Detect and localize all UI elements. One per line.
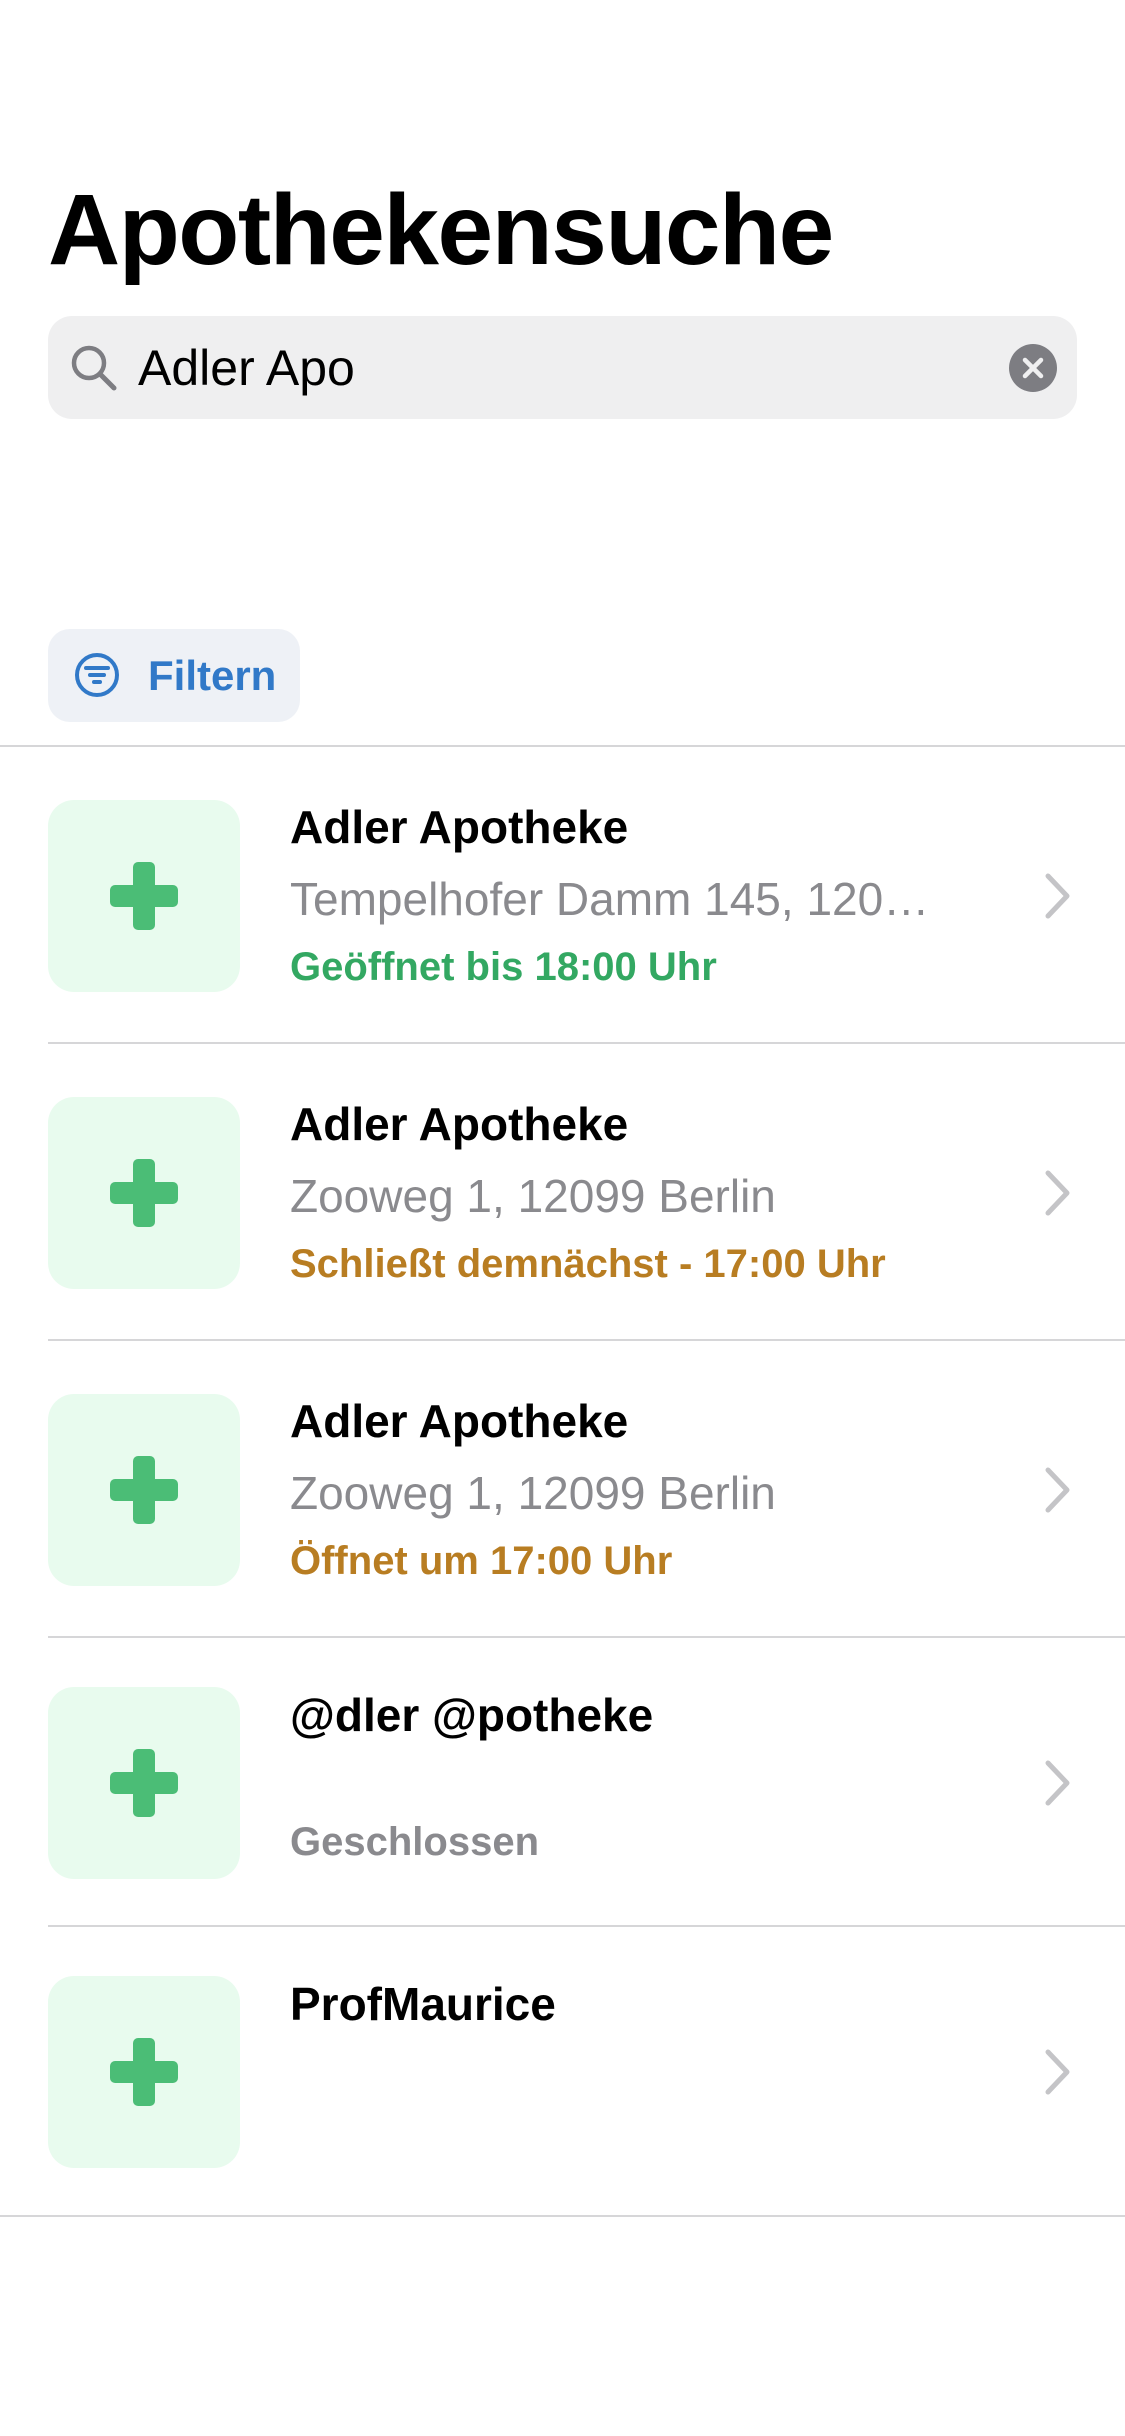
- clear-icon[interactable]: [1009, 344, 1057, 392]
- chevron-right-icon: [1045, 1760, 1070, 1806]
- pharmacy-name: ProfMaurice: [290, 1978, 556, 2030]
- pharmacy-row[interactable]: Adler Apotheke Zooweg 1, 12099 Berlin Öf…: [0, 1341, 1125, 1638]
- pharmacy-cross-icon: [110, 862, 178, 930]
- pharmacy-address: Zooweg 1, 12099 Berlin: [290, 1467, 776, 1519]
- pharmacy-address: Zooweg 1, 12099 Berlin: [290, 1170, 776, 1222]
- row-divider: [0, 2215, 1125, 2217]
- filter-icon: [75, 653, 119, 697]
- pharmacy-row[interactable]: ProfMaurice: [0, 1927, 1125, 2217]
- pharmacy-name: Adler Apotheke: [290, 1395, 629, 1447]
- pharmacy-thumbnail: [48, 1097, 240, 1289]
- pharmacy-name: Adler Apotheke: [290, 1098, 629, 1150]
- pharmacy-thumbnail: [48, 800, 240, 992]
- search-input[interactable]: [138, 316, 1018, 419]
- pharmacy-cross-icon: [110, 1456, 178, 1524]
- chevron-right-icon: [1045, 1467, 1070, 1513]
- filter-label: Filtern: [148, 652, 277, 699]
- pharmacy-list: Adler Apotheke Tempelhofer Damm 145, 120…: [0, 747, 1125, 2217]
- pharmacy-row[interactable]: Adler Apotheke Zooweg 1, 12099 Berlin Sc…: [0, 1044, 1125, 1341]
- chevron-right-icon: [1045, 2049, 1070, 2095]
- chevron-right-icon: [1045, 873, 1070, 919]
- pharmacy-status: Öffnet um 17:00 Uhr: [290, 1539, 673, 1583]
- pharmacy-cross-icon: [110, 1159, 178, 1227]
- chevron-right-icon: [1045, 1170, 1070, 1216]
- pharmacy-thumbnail: [48, 1687, 240, 1879]
- pharmacy-row[interactable]: Adler Apotheke Tempelhofer Damm 145, 120…: [0, 747, 1125, 1044]
- pharmacy-thumbnail: [48, 1976, 240, 2168]
- pharmacy-status: Geöffnet bis 18:00 Uhr: [290, 945, 717, 989]
- pharmacy-cross-icon: [110, 2038, 178, 2106]
- pharmacy-address: Tempelhofer Damm 145, 12099 Berlin: [290, 873, 930, 925]
- pharmacy-status: Geschlossen: [290, 1820, 540, 1864]
- search-icon: [71, 345, 117, 391]
- pharmacy-row[interactable]: @dler @potheke Geschlossen: [0, 1638, 1125, 1927]
- pharmacy-name: @dler @potheke: [290, 1689, 654, 1741]
- search-bar[interactable]: [48, 316, 1077, 419]
- filter-button[interactable]: Filtern: [48, 629, 300, 722]
- pharmacy-name: Adler Apotheke: [290, 801, 629, 853]
- page-title: Apothekensuche: [48, 174, 834, 286]
- pharmacy-status: Schließt demnächst - 17:00 Uhr: [290, 1242, 886, 1286]
- pharmacy-thumbnail: [48, 1394, 240, 1586]
- pharmacy-cross-icon: [110, 1749, 178, 1817]
